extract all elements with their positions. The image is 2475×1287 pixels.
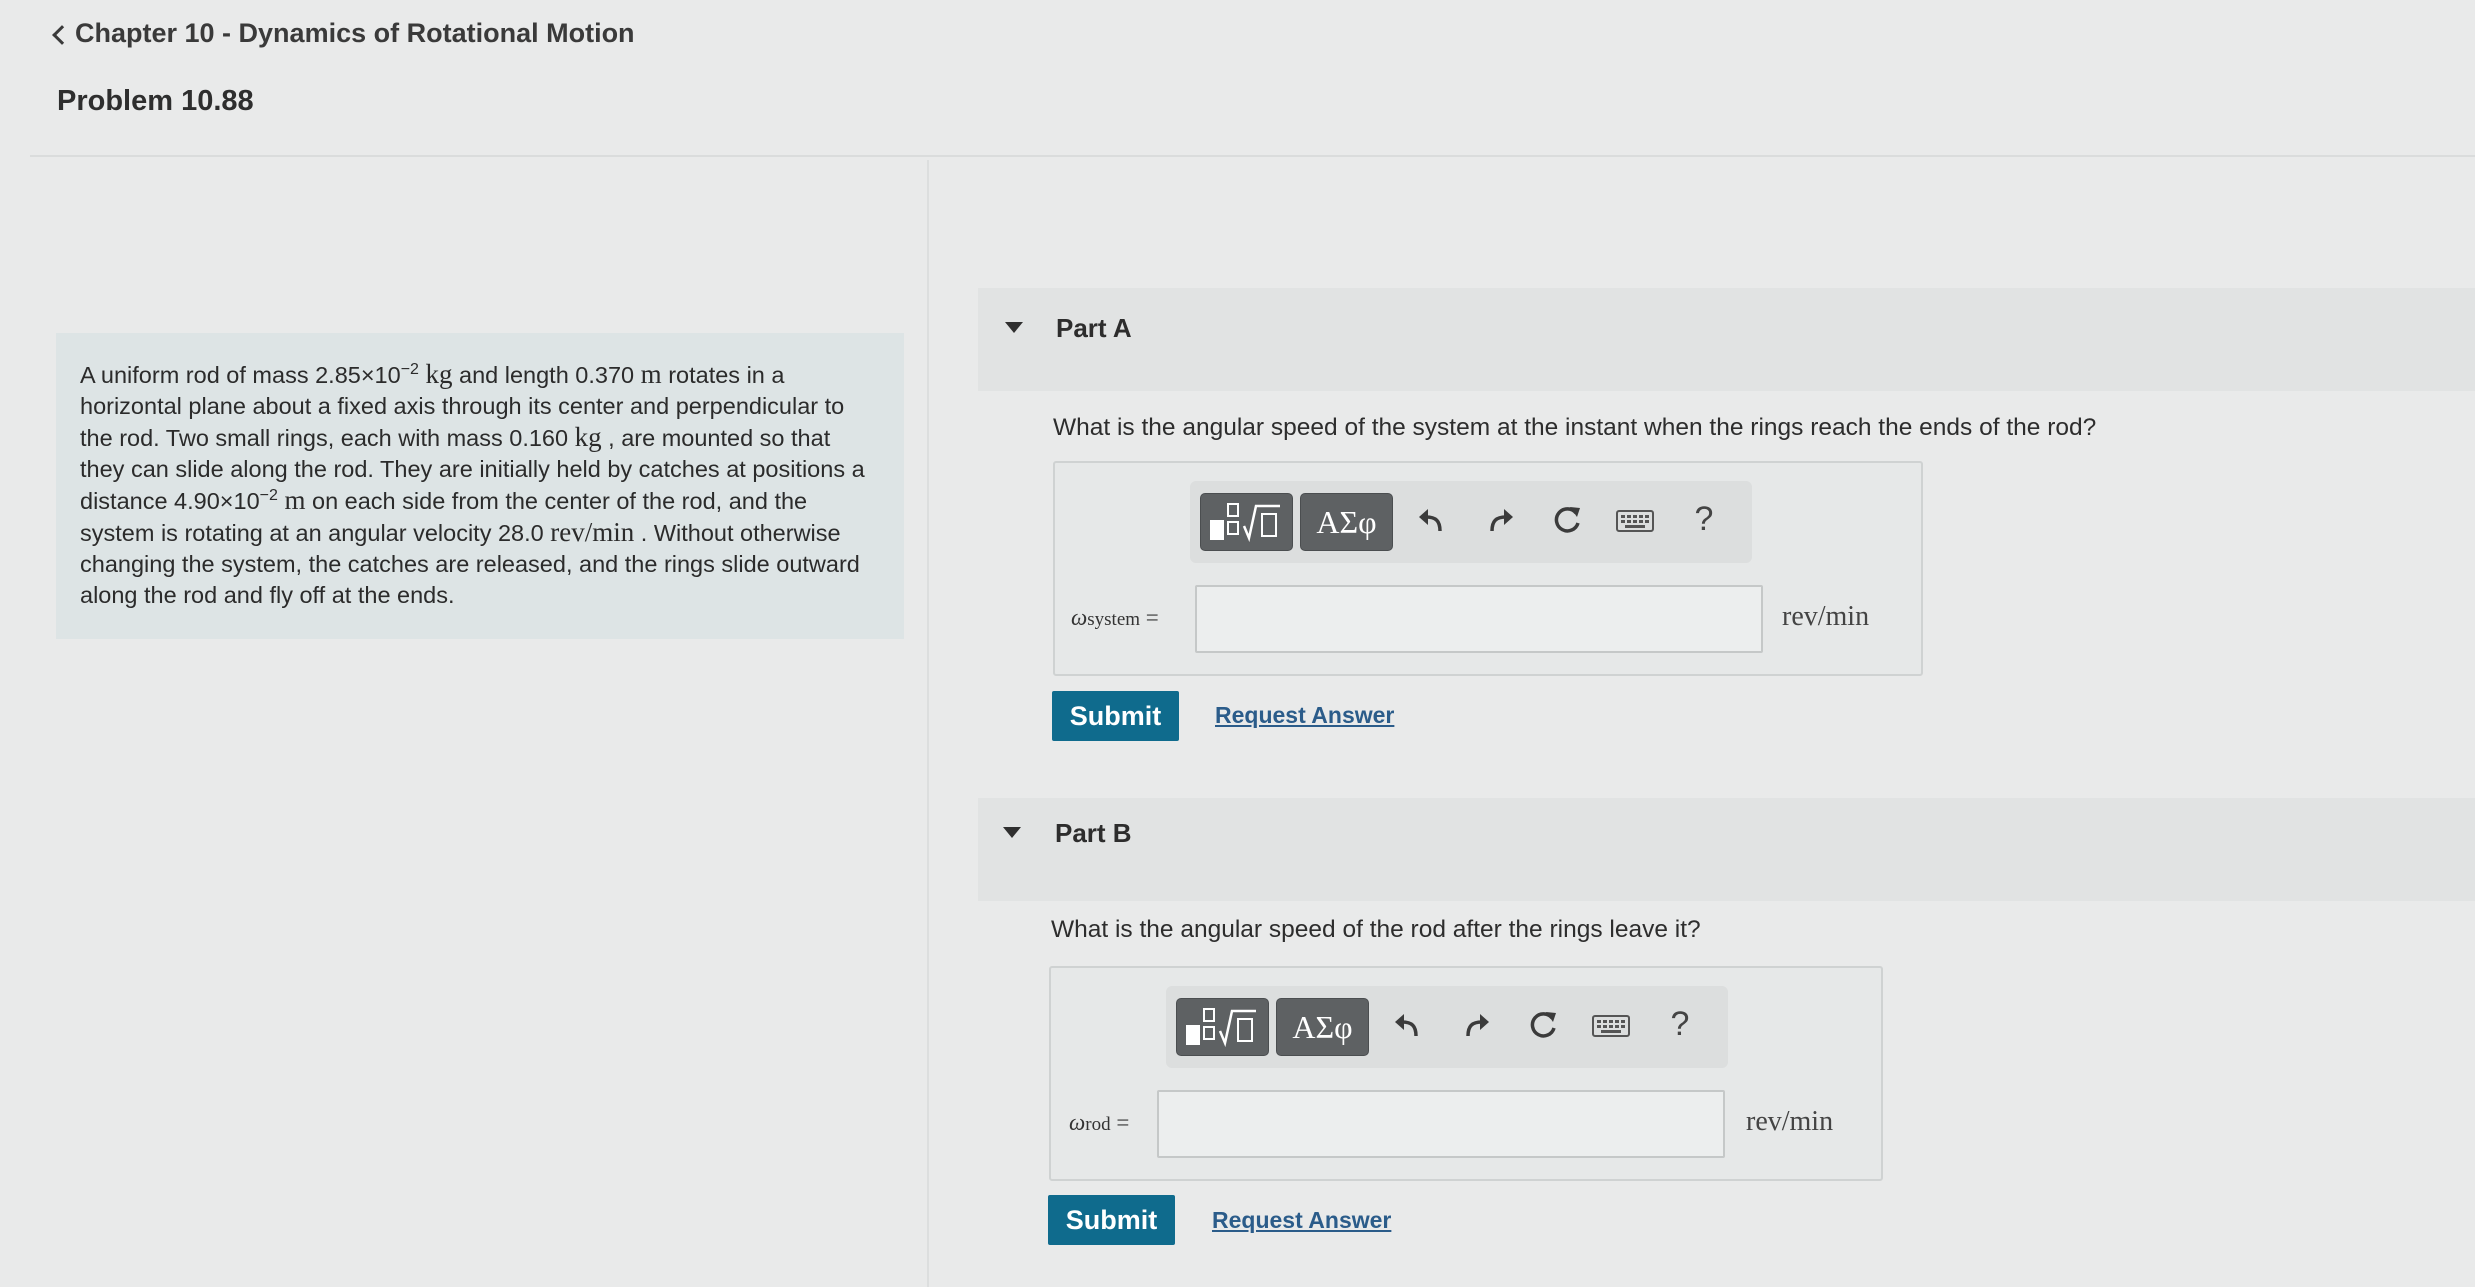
- undo-icon[interactable]: [1412, 501, 1452, 541]
- chevron-left-icon: [52, 24, 72, 45]
- request-answer-link[interactable]: Request Answer: [1215, 702, 1394, 729]
- part-b-title: Part B: [1055, 818, 1132, 848]
- problem-text: A uniform rod of mass 2.85×10: [80, 362, 401, 388]
- omega-system-label: ωsystem =: [1071, 605, 1159, 631]
- unit: rev/min: [550, 517, 635, 547]
- back-link-label: Chapter 10 - Dynamics of Rotational Moti…: [75, 18, 635, 48]
- part-a-header[interactable]: [978, 288, 2475, 391]
- unit: kg: [574, 422, 602, 452]
- submit-button[interactable]: Submit: [1048, 1195, 1175, 1245]
- redo-icon[interactable]: [1480, 501, 1520, 541]
- unit-label: rev/min: [1782, 601, 1870, 632]
- part-a-answer-box: ΑΣφ ? ωsystem = rev/min: [1053, 461, 1923, 676]
- header-divider: [30, 155, 2475, 157]
- templates-icon: [1185, 1008, 1256, 1048]
- unit: m: [640, 359, 662, 389]
- part-b-header[interactable]: [978, 798, 2475, 901]
- undo-icon[interactable]: [1388, 1006, 1428, 1046]
- unit: kg: [425, 359, 453, 389]
- variable-subscript: rod: [1085, 1114, 1111, 1135]
- problem-statement: A uniform rod of mass 2.85×10−2 kg and l…: [56, 333, 904, 639]
- redo-icon[interactable]: [1456, 1006, 1496, 1046]
- exponent: −2: [259, 487, 278, 505]
- collapse-triangle-icon[interactable]: [1005, 322, 1023, 333]
- keyboard-icon[interactable]: [1615, 501, 1655, 541]
- collapse-triangle-icon[interactable]: [1003, 827, 1021, 838]
- part-a-question: What is the angular speed of the system …: [1053, 414, 2097, 441]
- templates-button[interactable]: [1200, 493, 1293, 551]
- problem-text: and length 0.370: [452, 362, 641, 388]
- help-button[interactable]: ?: [1684, 499, 1724, 539]
- variable-symbol: ω: [1071, 605, 1088, 630]
- submit-button[interactable]: Submit: [1052, 691, 1179, 741]
- reset-icon[interactable]: [1523, 1006, 1563, 1046]
- back-to-chapter-link[interactable]: Chapter 10 - Dynamics of Rotational Moti…: [52, 18, 635, 49]
- help-button[interactable]: ?: [1660, 1004, 1700, 1044]
- equals-sign: =: [1110, 1110, 1130, 1135]
- unit-label: rev/min: [1746, 1106, 1834, 1137]
- unit: m: [284, 485, 306, 515]
- variable-symbol: ω: [1069, 1110, 1086, 1135]
- templates-icon: [1209, 503, 1280, 543]
- part-b-question: What is the angular speed of the rod aft…: [1051, 916, 1701, 943]
- exponent: −2: [400, 361, 419, 379]
- omega-rod-input[interactable]: [1157, 1090, 1725, 1158]
- math-toolbar: ΑΣφ ?: [1190, 481, 1752, 563]
- omega-system-input[interactable]: [1195, 585, 1763, 653]
- request-answer-link[interactable]: Request Answer: [1212, 1207, 1391, 1234]
- keyboard-icon[interactable]: [1591, 1006, 1631, 1046]
- problem-title: Problem 10.88: [57, 85, 254, 117]
- reset-icon[interactable]: [1547, 501, 1587, 541]
- variable-subscript: system: [1087, 609, 1141, 630]
- part-b-answer-box: ΑΣφ ? ωrod = rev/min: [1049, 966, 1883, 1181]
- equals-sign: =: [1140, 605, 1159, 630]
- column-divider: [927, 160, 929, 1287]
- part-a-title: Part A: [1056, 313, 1132, 343]
- templates-button[interactable]: [1176, 998, 1269, 1056]
- omega-rod-label: ωrod =: [1069, 1110, 1129, 1136]
- symbols-button[interactable]: ΑΣφ: [1276, 998, 1369, 1056]
- symbols-button[interactable]: ΑΣφ: [1300, 493, 1393, 551]
- math-toolbar: ΑΣφ ?: [1166, 986, 1728, 1068]
